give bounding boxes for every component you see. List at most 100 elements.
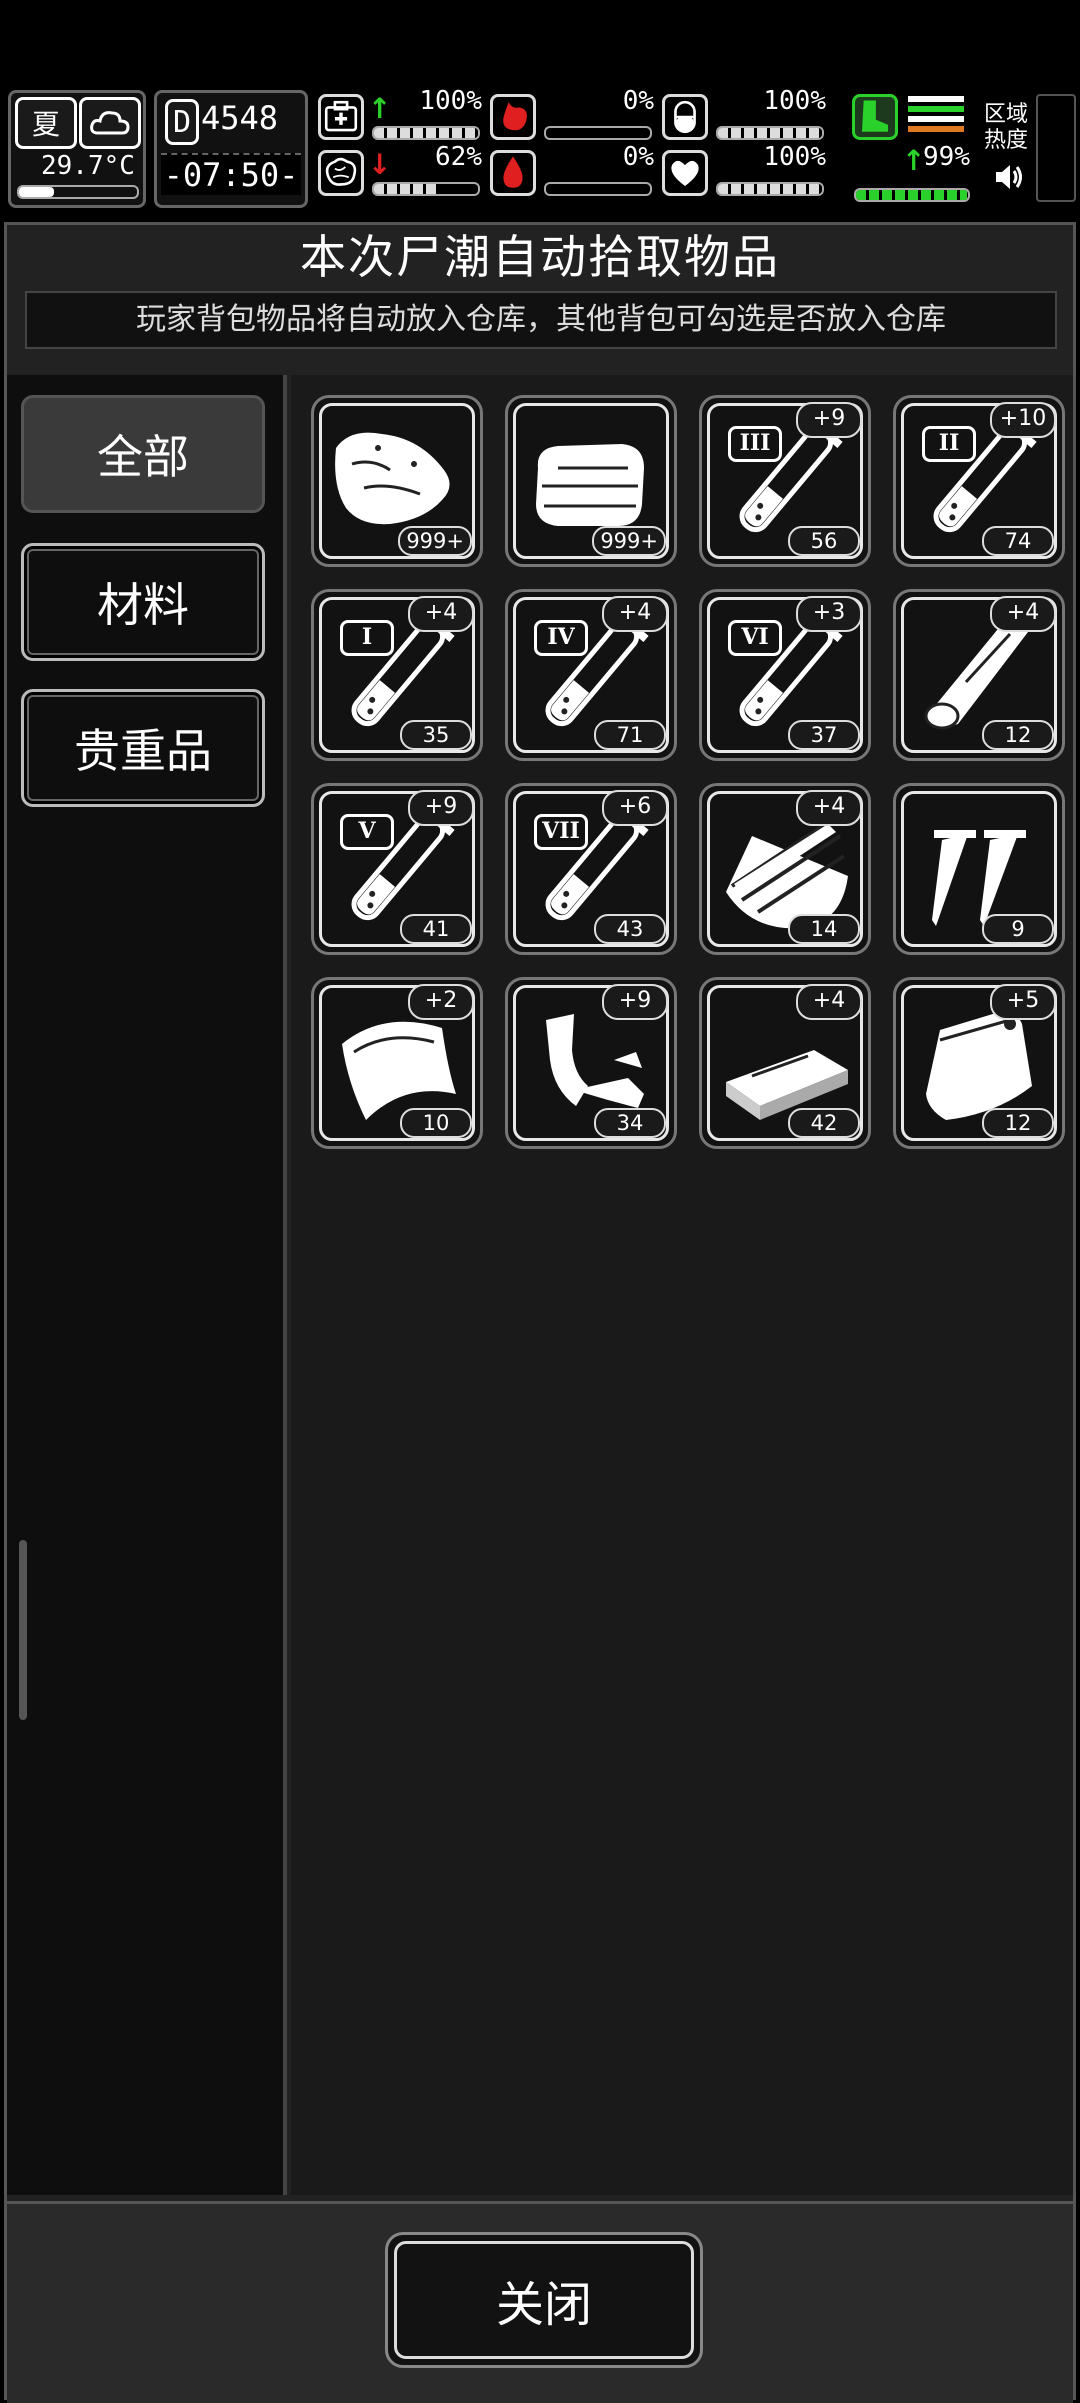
item-slot[interactable]: VI +3 37 [699,589,871,761]
item-slot[interactable]: +5 12 [893,977,1065,1149]
tab-all[interactable]: 全部 [21,395,265,513]
stat-sanity-bar [372,182,480,196]
stat-bleeding[interactable]: 0% [490,142,654,200]
item-count: 10 [400,1108,472,1138]
blood-drop-icon [490,150,536,196]
item-bonus-badge: +4 [602,596,668,632]
stat-stamina-value: 100% [763,86,826,116]
auto-loot-dialog: 本次尸潮自动拾取物品 玩家背包物品将自动放入仓库，其他背包可勾选是否放入仓库 全… [4,222,1076,2403]
item-bonus-badge: +9 [602,984,668,1020]
item-slot[interactable]: 999+ [311,395,483,567]
item-slot[interactable]: +2 10 [311,977,483,1149]
day-counter: 4548 [201,99,279,137]
dialog-content: 全部 材料 贵重品 999+ 999+ III +9 56 II +10 74 I +4 35 IV +… [7,375,1073,2195]
stat-bleeding-bar [544,182,652,196]
trend-up-icon: ↑ [902,144,926,177]
close-button-face: 关闭 [394,2241,694,2359]
stat-health[interactable]: ↑ 100% [318,86,482,144]
tab-valuables[interactable]: 贵重品 [21,689,265,807]
item-bonus-badge: +5 [990,984,1056,1020]
heart-icon [662,150,708,196]
stat-speed[interactable]: ↑ 99% [852,90,970,202]
item-count: 999+ [398,526,472,556]
item-slot[interactable]: V +9 41 [311,783,483,955]
item-slot[interactable]: III +9 56 [699,395,871,567]
stat-hunger-bar [544,126,652,140]
item-slot[interactable]: 999+ [505,395,677,567]
item-slot[interactable]: IV +4 71 [505,589,677,761]
medkit-icon [318,94,364,140]
stat-stamina[interactable]: 100% [662,86,826,144]
clock-time: -07:50- [161,153,301,195]
item-count: 9 [982,914,1054,944]
sidebar-scrollbar[interactable] [19,1540,27,1720]
item-bonus-badge: +6 [602,790,668,826]
region-heat-label: 区域 热度 [984,102,1028,154]
stat-hunger-value: 0% [622,86,654,116]
item-bonus-badge: +3 [796,596,862,632]
stat-mood-value: 100% [763,142,826,172]
stomach-icon [490,94,536,140]
region-label-2: 热度 [984,128,1029,153]
stat-speed-bar [854,188,970,202]
close-button[interactable]: 关闭 [385,2232,703,2368]
item-bonus-badge: +9 [796,402,862,438]
status-bar: 夏 29.7°C D 4548 -07:50- ↑ 100% 0% 100% ↓ 62% 0… [0,86,1080,208]
item-bonus-badge: +2 [408,984,474,1020]
item-tier-badge: VI [728,620,782,656]
item-count: 71 [594,720,666,750]
item-count: 34 [594,1108,666,1138]
item-slot[interactable]: VII +6 43 [505,783,677,955]
item-tier-badge: I [340,620,394,656]
item-bonus-badge: +4 [796,984,862,1020]
item-slot[interactable]: +9 34 [505,977,677,1149]
item-bonus-badge: +4 [990,596,1056,632]
item-grid: 999+ 999+ III +9 56 II +10 74 I +4 35 IV +4 71 VI +3 37 +… [291,375,1073,2195]
item-count: 999+ [592,526,666,556]
trend-up-icon: ↑ [368,92,392,125]
item-slot[interactable]: I +4 35 [311,589,483,761]
temperature: 29.7°C [41,151,135,181]
item-bonus-badge: +9 [408,790,474,826]
close-button-label: 关闭 [495,2277,592,2333]
item-count: 56 [788,526,860,556]
item-count: 14 [788,914,860,944]
tab-all-label: 全部 [97,430,189,484]
item-slot[interactable]: +4 14 [699,783,871,955]
stat-health-value: 100% [419,86,482,116]
tab-materials[interactable]: 材料 [21,543,265,661]
boot-icon [852,94,898,140]
brain-icon [318,150,364,196]
item-count: 12 [982,720,1054,750]
dialog-title: 本次尸潮自动拾取物品 [300,230,780,284]
weather-panel[interactable]: 夏 29.7°C [8,90,146,208]
item-bonus-badge: +4 [408,596,474,632]
item-slot[interactable]: II +10 74 [893,395,1065,567]
item-tier-badge: III [728,426,782,462]
item-slot[interactable]: +4 12 [893,589,1065,761]
temperature-gauge [17,185,139,199]
pill-icon [662,94,708,140]
tab-valuables-label: 贵重品 [74,724,212,778]
stat-sanity-value: 62% [435,142,482,172]
season-label: 夏 [31,108,60,141]
stat-speed-value: 99% [923,142,970,172]
trend-down-icon: ↓ [368,148,392,181]
item-bonus-badge: +4 [796,790,862,826]
stat-sanity[interactable]: ↓ 62% [318,142,482,200]
stat-hunger[interactable]: 0% [490,86,654,144]
item-slot[interactable]: +4 42 [699,977,871,1149]
clock-panel: D 4548 -07:50- [154,90,308,208]
item-count: 41 [400,914,472,944]
item-count: 43 [594,914,666,944]
dialog-footer: 关闭 [7,2201,1073,2403]
category-sidebar: 全部 材料 贵重品 [7,375,287,2195]
speed-stripes-icon [908,94,964,134]
stat-bleeding-value: 0% [622,142,654,172]
item-tier-badge: II [922,426,976,462]
item-tier-badge: VII [534,814,588,850]
speaker-icon[interactable] [992,160,1026,194]
stat-mood-bar [716,182,824,196]
item-slot[interactable]: 9 [893,783,1065,955]
stat-mood[interactable]: 100% [662,142,826,200]
